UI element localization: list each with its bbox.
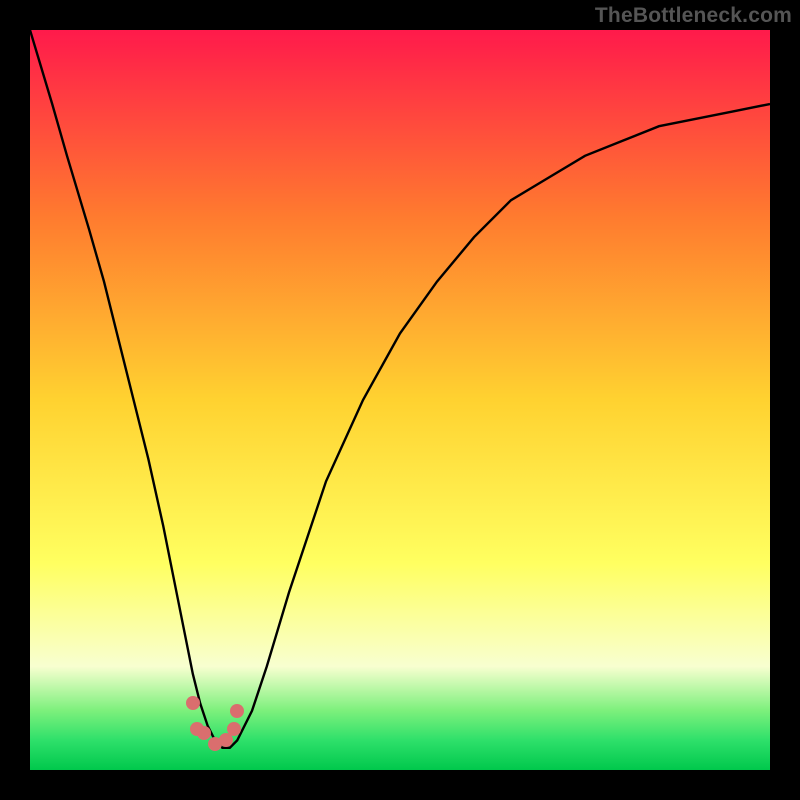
attribution-text: TheBottleneck.com [595,4,792,28]
highlight-dot [227,722,241,736]
curve-path [30,30,770,748]
bottleneck-curve [30,30,770,770]
chart-frame: TheBottleneck.com [0,0,800,800]
highlight-dot [230,704,244,718]
highlight-dot [190,722,204,736]
highlight-dot [186,696,200,710]
plot-area [30,30,770,770]
